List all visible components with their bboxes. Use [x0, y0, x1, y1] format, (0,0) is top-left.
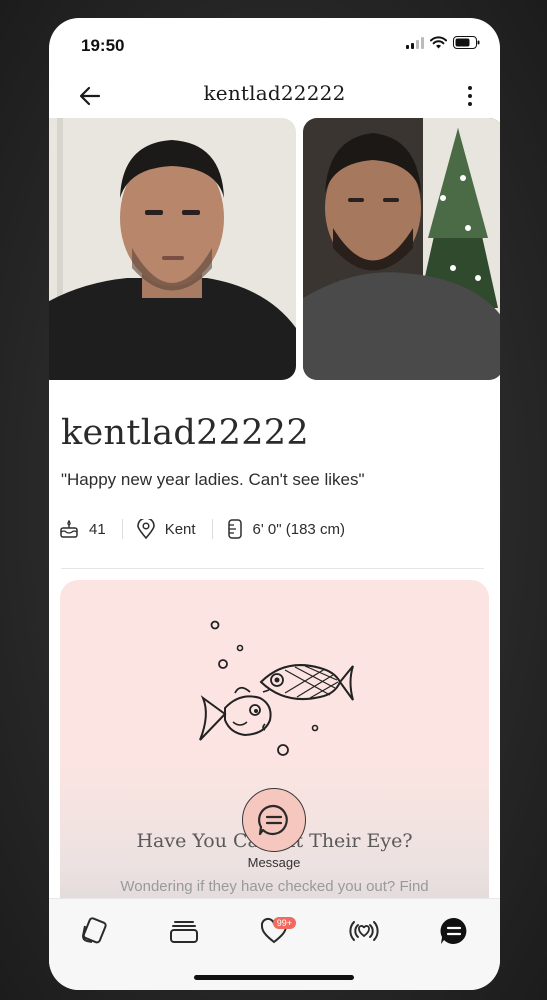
status-bar: 19:50	[49, 18, 500, 73]
fact-location-text: Kent	[164, 520, 196, 538]
tab-live[interactable]	[344, 911, 384, 951]
wifi-icon	[430, 36, 447, 49]
fact-age: 41	[59, 519, 122, 539]
caught-eye-text: Wondering if they have checked you out? …	[120, 878, 429, 895]
tab-standouts[interactable]	[164, 911, 204, 951]
tab-matches[interactable]	[434, 911, 474, 951]
profile-facts: 41 Kent 6' 0" (183 cm)	[59, 513, 361, 545]
signal-icon	[406, 36, 424, 49]
fact-age-text: 41	[89, 520, 106, 538]
profile-photo-2[interactable]	[303, 118, 500, 380]
phone-screen: 19:50 kentlad22222 kentlad22222 "Happy n…	[49, 18, 500, 990]
tab-likes[interactable]: 99+	[254, 911, 296, 951]
profile-header: kentlad22222	[49, 73, 500, 118]
stack-icon	[170, 921, 198, 943]
tab-discover[interactable]	[75, 911, 115, 951]
broadcast-heart-icon	[349, 921, 379, 941]
section-divider	[61, 568, 484, 569]
profile-bio: "Happy new year ladies. Can't see likes"	[61, 470, 365, 489]
home-indicator	[194, 975, 354, 980]
profile-photo-1[interactable]	[49, 118, 296, 380]
bottom-tab-bar: 99+	[49, 898, 500, 990]
photo-gallery[interactable]	[49, 118, 500, 380]
message-button[interactable]	[242, 788, 306, 852]
chat-bubble-icon	[258, 804, 288, 836]
cards-icon	[81, 917, 107, 944]
fact-location: Kent	[121, 519, 212, 539]
more-options-button[interactable]	[464, 81, 476, 111]
message-button-label: Message	[247, 855, 301, 870]
status-time: 19:50	[81, 36, 125, 55]
profile-name: kentlad22222	[61, 413, 309, 453]
battery-icon	[453, 36, 480, 49]
cake-icon	[60, 519, 78, 538]
dot-icon	[468, 102, 472, 106]
fact-height: 6' 0" (183 cm)	[211, 519, 361, 539]
likes-badge: 99+	[272, 917, 296, 929]
location-pin-icon	[136, 519, 155, 539]
status-icons	[406, 36, 480, 49]
fish-illustration	[199, 620, 354, 756]
ruler-icon	[227, 519, 242, 539]
dot-icon	[468, 94, 472, 98]
caught-eye-card: Have You Caught Their Eye? Wondering if …	[60, 580, 489, 940]
header-title: kentlad22222	[203, 81, 346, 105]
chat-icon	[440, 917, 467, 944]
dot-icon	[468, 86, 472, 90]
fact-height-text: 6' 0" (183 cm)	[252, 520, 345, 538]
profile-photo-1-image	[49, 118, 296, 380]
profile-photo-2-image	[303, 118, 500, 380]
